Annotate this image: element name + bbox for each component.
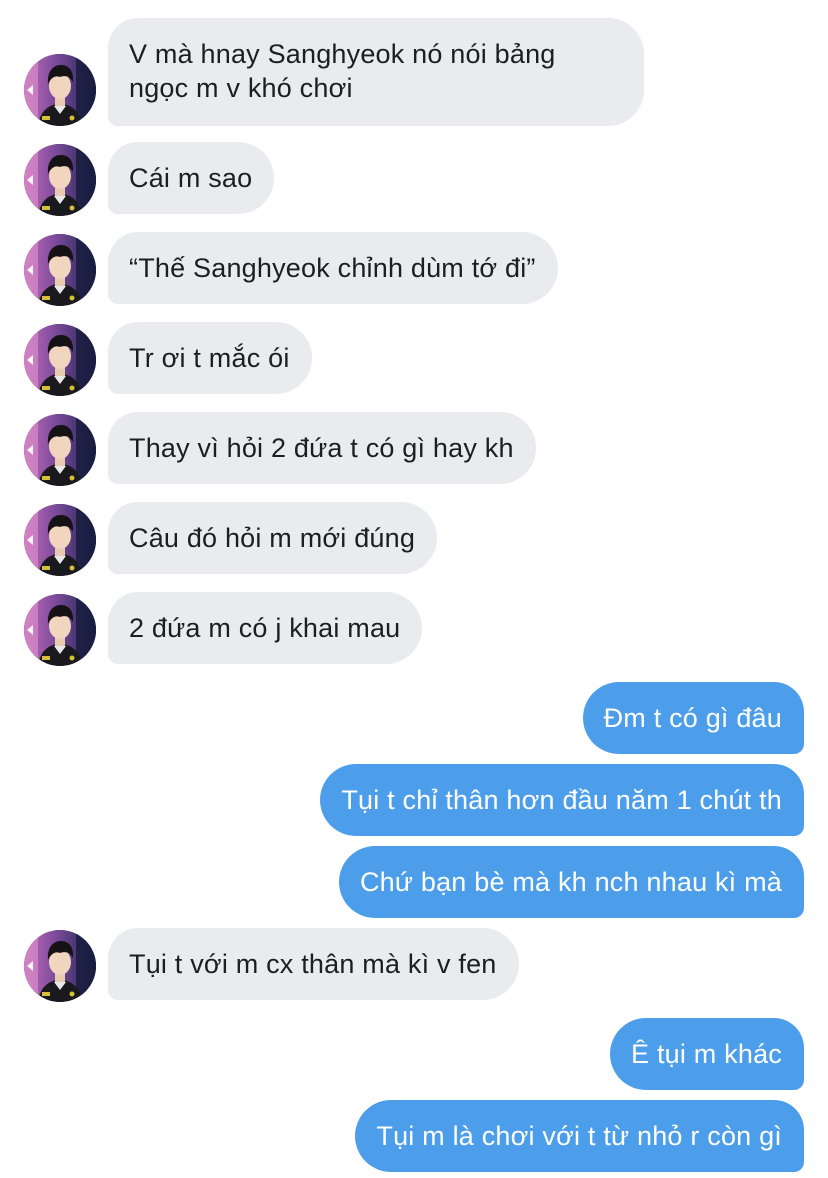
outgoing-message-bubble[interactable]: Ê tụi m khác: [610, 1018, 804, 1090]
incoming-message-bubble[interactable]: “Thế Sanghyeok chỉnh dùm tớ đi”: [108, 232, 558, 304]
incoming-message-bubble[interactable]: 2 đứa m có j khai mau: [108, 592, 423, 664]
avatar[interactable]: [24, 234, 96, 306]
incoming-message-bubble[interactable]: Thay vì hỏi 2 đứa t có gì hay kh: [108, 412, 536, 484]
avatar[interactable]: [24, 594, 96, 666]
outgoing-message-bubble[interactable]: Đm t có gì đâu: [582, 682, 804, 754]
avatar[interactable]: [24, 54, 96, 126]
avatar[interactable]: [24, 414, 96, 486]
incoming-message-bubble[interactable]: Cái m sao: [108, 142, 275, 214]
avatar[interactable]: [24, 144, 96, 216]
outgoing-message-bubble[interactable]: Tụi m là chơi với t từ nhỏ r còn gì: [355, 1100, 804, 1172]
incoming-message-bubble[interactable]: Câu đó hỏi m mới đúng: [108, 502, 438, 574]
incoming-message-bubble[interactable]: Tr ơi t mắc ói: [108, 322, 312, 394]
avatar[interactable]: [24, 930, 96, 1002]
outgoing-message-bubble[interactable]: Tụi t chỉ thân hơn đầu năm 1 chút th: [320, 764, 804, 836]
incoming-message-bubble[interactable]: Tụi t với m cx thân mà kì v fen: [108, 928, 519, 1000]
incoming-message-bubble[interactable]: V mà hnay Sanghyeok nó nói bảng ngọc m v…: [108, 18, 644, 126]
avatar[interactable]: [24, 324, 96, 396]
outgoing-message-bubble[interactable]: Chứ bạn bè mà kh nch nhau kì mà: [338, 846, 804, 918]
avatar[interactable]: [24, 504, 96, 576]
